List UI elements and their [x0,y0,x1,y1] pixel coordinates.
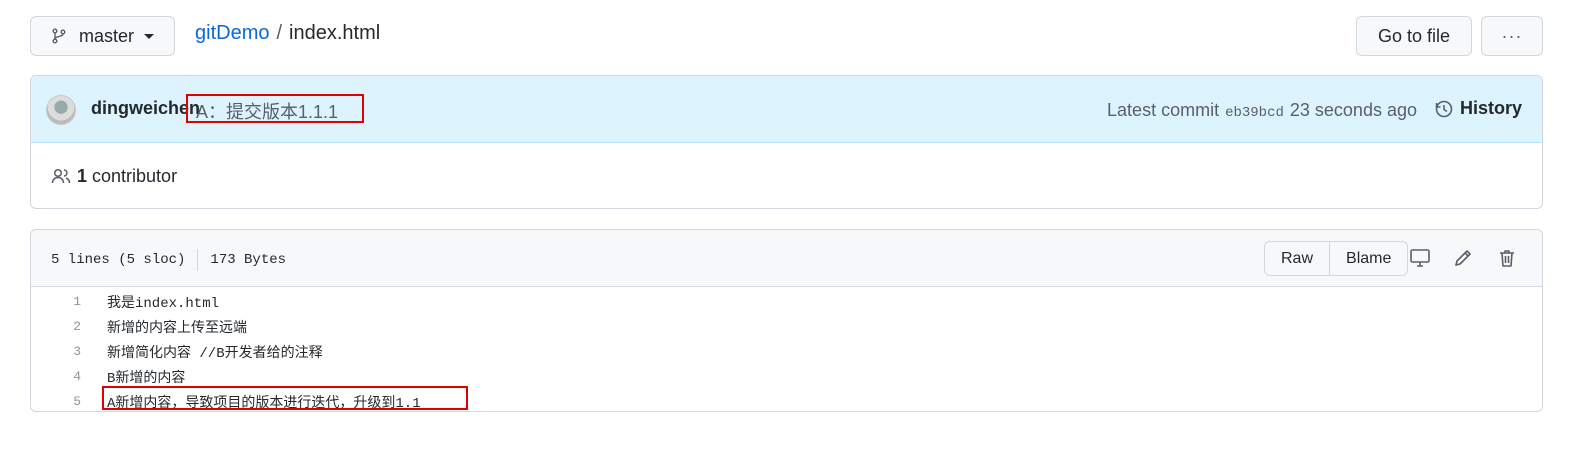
commit-time: 23 seconds ago [1289,100,1417,120]
trash-icon[interactable] [1495,246,1519,270]
code-line: 4 B新增的内容 [31,364,1542,389]
line-number[interactable]: 3 [31,344,81,359]
commit-sha-link[interactable]: eb39bcd [1225,105,1284,121]
line-content: 我是index.html [107,295,220,312]
raw-button[interactable]: Raw [1265,242,1331,275]
breadcrumb-separator: / [276,22,283,44]
avatar[interactable] [46,95,76,125]
file-content-box: 5 lines (5 sloc) 173 Bytes Raw Blame 1 我… [30,229,1543,412]
code-line: 5 A新增内容，导致项目的版本进行迭代，升级到1.1 [31,389,1542,412]
commit-author[interactable]: dingweichen [91,98,200,119]
file-toolbar: 5 lines (5 sloc) 173 Bytes Raw Blame [31,230,1542,287]
contributor-label: contributor [92,165,178,186]
code-line: 2 新增的内容上传至远端 [31,314,1542,339]
branch-name: master [79,25,135,46]
commit-header: dingweichen A：提交版本1.1.1 Latest commit eb… [31,76,1542,143]
line-content: B新增的内容 [107,370,186,387]
line-number[interactable]: 2 [31,319,81,334]
contributor-count: 1 [77,165,88,186]
blame-button[interactable]: Blame [1330,242,1407,275]
history-label: History [1459,98,1522,118]
desktop-icon[interactable] [1408,246,1432,270]
breadcrumb-repo-link[interactable]: gitDemo [195,20,269,46]
file-size: 173 Bytes [210,252,287,268]
file-info: 5 lines (5 sloc) 173 Bytes [51,249,286,271]
contributors-row[interactable]: 1 contributor [31,143,1542,208]
line-number[interactable]: 4 [31,369,81,384]
raw-blame-group: Raw Blame [1264,241,1409,276]
chevron-down-icon [144,33,155,39]
line-content: A新增内容，导致项目的版本进行迭代，升级到1.1 [107,395,421,412]
history-icon [1435,100,1453,117]
branch-select-button[interactable]: master [30,16,175,56]
history-button[interactable]: History [1434,98,1522,119]
latest-commit-label: Latest commit [1107,100,1220,120]
breadcrumb: gitDemo / index.html [195,20,380,46]
file-lines-info: 5 lines (5 sloc) [51,252,186,268]
latest-commit-box: dingweichen A：提交版本1.1.1 Latest commit eb… [30,75,1543,209]
line-content: 新增简化内容 //B开发者给的注释 [107,345,323,362]
people-icon [51,168,71,184]
line-number[interactable]: 5 [31,394,81,409]
commit-meta: Latest commit eb39bcd 23 seconds ago [1107,100,1417,121]
divider [197,249,199,271]
git-branch-icon [52,28,66,44]
code-line: 3 新增简化内容 //B开发者给的注释 [31,339,1542,364]
file-header-bar: master gitDemo / index.html Go to file ·… [30,16,1543,56]
pencil-icon[interactable] [1451,246,1475,270]
go-to-file-button[interactable]: Go to file [1356,16,1472,56]
code-line: 1 我是index.html [31,289,1542,314]
code-view: 1 我是index.html 2 新增的内容上传至远端 3 新增简化内容 //B… [31,287,1542,412]
more-options-button[interactable]: ··· [1481,16,1543,56]
breadcrumb-file-name: index.html [289,22,381,44]
line-content: 新增的内容上传至远端 [107,320,247,337]
highlight-box-commit-message [186,94,364,123]
line-number[interactable]: 1 [31,294,81,309]
